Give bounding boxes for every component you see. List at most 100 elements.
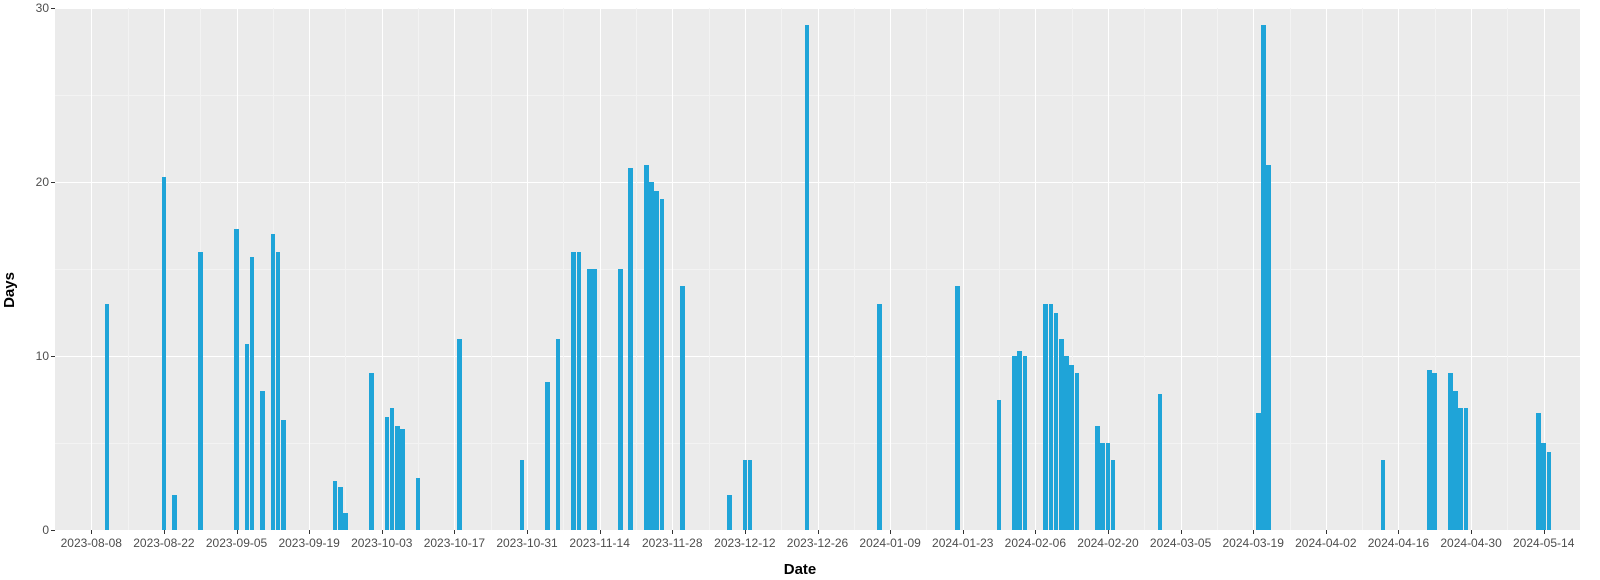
- bar: [260, 391, 265, 530]
- y-tick-mark: [51, 182, 55, 183]
- x-tick-mark: [1253, 530, 1254, 534]
- bar: [649, 182, 654, 530]
- bar: [1106, 443, 1111, 530]
- bar: [680, 286, 685, 530]
- bar: [955, 286, 960, 530]
- grid-minor-v: [926, 8, 927, 530]
- x-tick-mark: [1544, 530, 1545, 534]
- grid-major-v: [1253, 8, 1254, 530]
- grid-minor-v: [418, 8, 419, 530]
- bar: [1059, 339, 1064, 530]
- grid-major-v: [890, 8, 891, 530]
- grid-minor-v: [709, 8, 710, 530]
- bar: [1023, 356, 1028, 530]
- bar: [1064, 356, 1069, 530]
- bar: [644, 165, 649, 530]
- bar: [250, 257, 255, 530]
- grid-major-v: [1398, 8, 1399, 530]
- x-tick-mark: [745, 530, 746, 534]
- bar: [333, 481, 338, 530]
- bar: [385, 417, 390, 530]
- grid-major-v: [818, 8, 819, 530]
- bar: [1069, 365, 1074, 530]
- bar: [245, 344, 250, 530]
- bar: [1266, 165, 1271, 530]
- bar: [587, 269, 592, 530]
- x-tick-mark: [600, 530, 601, 534]
- bar: [628, 168, 633, 530]
- grid-minor-v: [491, 8, 492, 530]
- grid-major-v: [745, 8, 746, 530]
- bar: [660, 199, 665, 530]
- x-axis-title: Date: [784, 561, 817, 578]
- bar: [395, 426, 400, 530]
- grid-major-v: [309, 8, 310, 530]
- grid-major-v: [1035, 8, 1036, 530]
- bar: [1054, 313, 1059, 531]
- grid-minor-v: [345, 8, 346, 530]
- bar: [545, 382, 550, 530]
- bar: [743, 460, 748, 530]
- bar: [1432, 373, 1437, 530]
- bar: [1448, 373, 1453, 530]
- x-tick-mark: [309, 530, 310, 534]
- bar: [1017, 351, 1022, 530]
- bar: [1095, 426, 1100, 530]
- y-tick-mark: [51, 356, 55, 357]
- bar: [1100, 443, 1105, 530]
- grid-minor-v: [128, 8, 129, 530]
- bar: [556, 339, 561, 530]
- bar: [369, 373, 374, 530]
- x-tick-mark: [672, 530, 673, 534]
- grid-minor-v: [1507, 8, 1508, 530]
- grid-minor-v: [1144, 8, 1145, 530]
- grid-major-v: [91, 8, 92, 530]
- grid-minor-v: [1217, 8, 1218, 530]
- bar: [1043, 304, 1048, 530]
- grid-minor-v: [781, 8, 782, 530]
- bar: [1464, 408, 1469, 530]
- x-tick-mark: [164, 530, 165, 534]
- bar: [457, 339, 462, 530]
- y-axis-title: Days: [1, 272, 18, 308]
- bar: [271, 234, 276, 530]
- bar: [416, 478, 421, 530]
- x-tick-mark: [1108, 530, 1109, 534]
- bar: [1536, 413, 1541, 530]
- bar: [1158, 394, 1163, 530]
- bar: [162, 177, 167, 530]
- bar: [105, 304, 110, 530]
- grid-major-v: [1471, 8, 1472, 530]
- x-tick-mark: [1181, 530, 1182, 534]
- x-tick-mark: [1326, 530, 1327, 534]
- bar: [276, 252, 281, 530]
- x-tick-mark: [1035, 530, 1036, 534]
- bar: [172, 495, 177, 530]
- bar: [748, 460, 753, 530]
- bar: [1458, 408, 1463, 530]
- bar: [1256, 413, 1261, 530]
- bar: [1012, 356, 1017, 530]
- bar: [1111, 460, 1116, 530]
- grid-minor-v: [1290, 8, 1291, 530]
- grid-major-v: [454, 8, 455, 530]
- x-tick-mark: [1471, 530, 1472, 534]
- bar: [592, 269, 597, 530]
- chart-container: Days Date 01020302023-08-082023-08-22202…: [0, 0, 1600, 580]
- bar: [338, 487, 343, 531]
- grid-minor-v: [854, 8, 855, 530]
- y-tick-mark: [51, 8, 55, 9]
- bar: [805, 25, 810, 530]
- x-tick-mark: [91, 530, 92, 534]
- bar: [390, 408, 395, 530]
- bar: [1427, 370, 1432, 530]
- bar: [1381, 460, 1386, 530]
- bar: [400, 429, 405, 530]
- plot-area: 01020302023-08-082023-08-222023-09-05202…: [55, 8, 1580, 530]
- grid-major-v: [672, 8, 673, 530]
- bar: [1541, 443, 1546, 530]
- grid-major-v: [600, 8, 601, 530]
- bar: [198, 252, 203, 530]
- grid-major-v: [382, 8, 383, 530]
- x-tick-mark: [527, 530, 528, 534]
